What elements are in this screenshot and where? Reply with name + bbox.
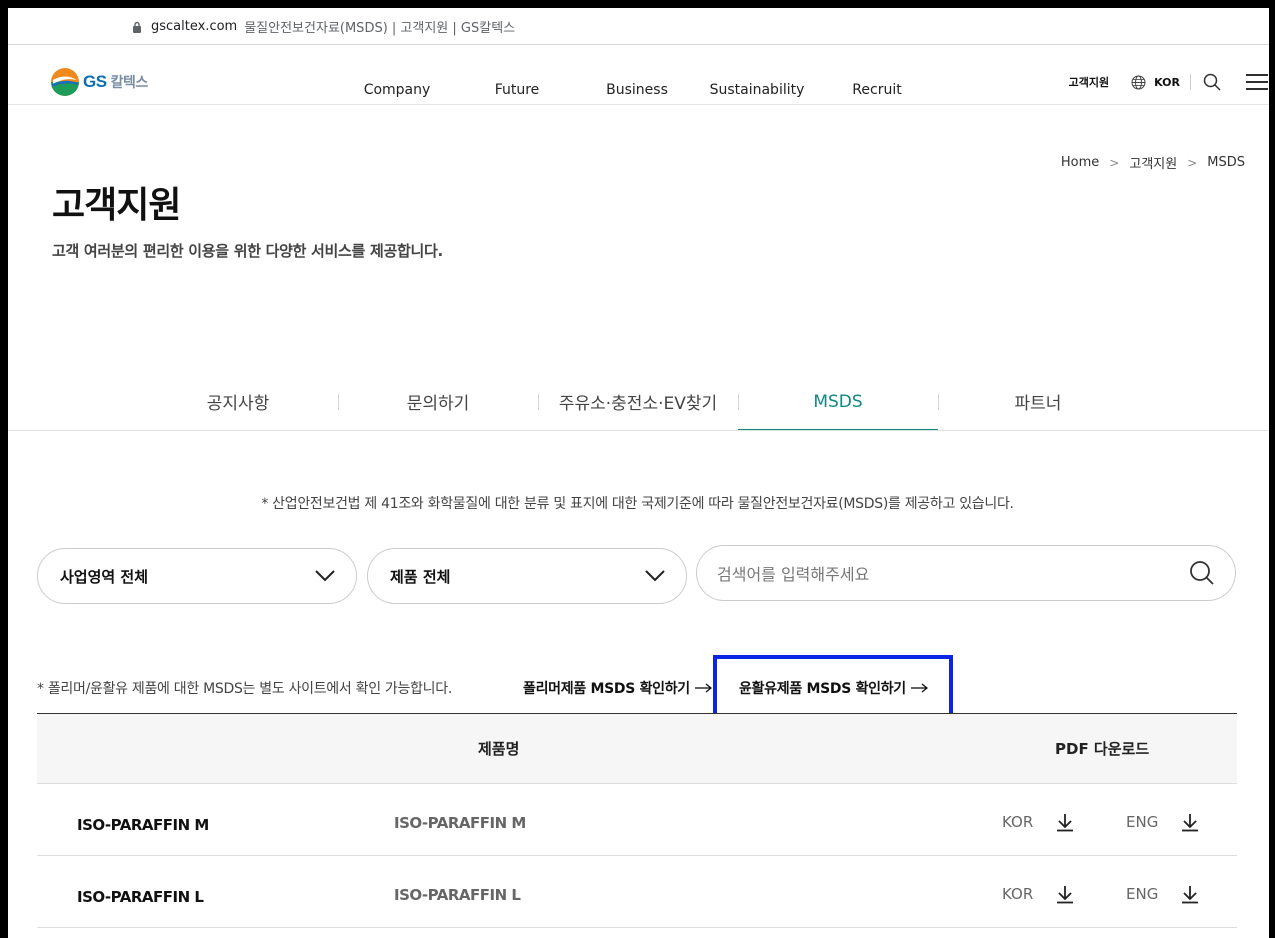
chevron-right-icon: >: [1187, 155, 1198, 170]
row-product: ISO-PARAFFIN L: [394, 886, 521, 904]
logo-mark-icon: [51, 68, 79, 96]
header-divider: [1190, 74, 1191, 90]
business-area-select[interactable]: 사업영역 전체: [37, 548, 357, 604]
polymer-msds-link[interactable]: 폴리머제품 MSDS 확인하기: [523, 678, 712, 698]
page-title: 고객지원: [52, 185, 181, 226]
search-icon[interactable]: [1189, 560, 1215, 586]
page-description: 고객 여러분의 편리한 이용을 위한 다양한 서비스를 제공합니다.: [52, 242, 443, 260]
site-header: GS 칼텍스 Company Future Business Sustainab…: [8, 45, 1269, 105]
table-row: ISO-PARAFFIN M ISO-PARAFFIN M KOR ENG: [37, 784, 1237, 856]
breadcrumb-section[interactable]: 고객지원: [1129, 153, 1177, 172]
tab-inquiry[interactable]: 문의하기: [338, 373, 538, 430]
tab-divider: [938, 394, 939, 410]
lock-icon: [133, 21, 141, 33]
chevron-down-icon: [315, 570, 335, 582]
download-kor-button[interactable]: KOR: [1002, 884, 1075, 904]
product-select[interactable]: 제품 전체: [367, 548, 687, 604]
highlight-box: [713, 655, 953, 717]
download-icon: [1057, 886, 1074, 904]
tab-msds[interactable]: MSDS: [738, 373, 938, 431]
download-kor-label: KOR: [1002, 813, 1034, 831]
logo-text: GS: [83, 72, 107, 91]
download-kor-label: KOR: [1002, 885, 1034, 903]
chevron-right-icon: >: [1109, 155, 1120, 170]
address-bar[interactable]: gscaltex.com 물질안전보건자료(MSDS) | 고객지원 | GS칼…: [8, 8, 1269, 45]
menu-icon[interactable]: [1245, 73, 1269, 91]
msds-search-box: [696, 545, 1236, 601]
language-label: KOR: [1154, 75, 1180, 89]
tab-label: 주유소·충전소·EV찾기: [558, 394, 718, 414]
nav-future[interactable]: Future: [457, 82, 577, 98]
tab-station-finder[interactable]: 주유소·충전소·EV찾기: [538, 373, 738, 430]
tab-divider: [338, 394, 339, 410]
nav-recruit[interactable]: Recruit: [817, 82, 937, 98]
tab-label: 문의하기: [406, 394, 470, 414]
polymer-link-label: 폴리머제품 MSDS 확인하기: [523, 681, 690, 697]
business-area-value: 사업영역 전체: [60, 567, 149, 586]
download-eng-label: ENG: [1126, 813, 1159, 831]
arrow-right-icon: [694, 683, 712, 693]
table-header: 제품명 PDF 다운로드: [37, 714, 1237, 784]
download-kor-button[interactable]: KOR: [1002, 812, 1075, 832]
breadcrumb-current: MSDS: [1207, 155, 1245, 170]
product-value: 제품 전체: [390, 567, 451, 586]
download-icon: [1182, 814, 1199, 832]
nav-business[interactable]: Business: [577, 82, 697, 98]
search-icon[interactable]: [1203, 73, 1221, 91]
header-pdf-download: PDF 다운로드: [1055, 740, 1150, 758]
download-eng-button[interactable]: ENG: [1126, 884, 1200, 904]
breadcrumb: Home > 고객지원 > MSDS: [1061, 153, 1245, 172]
tab-bar: 공지사항 문의하기 주유소·충전소·EV찾기 MSDS 파트너: [138, 373, 1138, 431]
search-input[interactable]: [717, 560, 1157, 588]
browser-frame: gscaltex.com 물질안전보건자료(MSDS) | 고객지원 | GS칼…: [8, 8, 1269, 938]
download-eng-button[interactable]: ENG: [1126, 812, 1200, 832]
row-product: ISO-PARAFFIN M: [394, 814, 526, 832]
download-icon: [1182, 886, 1199, 904]
row-name: ISO-PARAFFIN M: [77, 816, 209, 834]
tab-notices[interactable]: 공지사항: [138, 373, 338, 430]
header-product-name: 제품명: [478, 740, 520, 758]
breadcrumb-home[interactable]: Home: [1061, 155, 1099, 170]
chevron-down-icon: [645, 570, 665, 582]
address-domain: gscaltex.com: [151, 18, 238, 34]
download-icon: [1057, 814, 1074, 832]
nav-company[interactable]: Company: [337, 82, 457, 98]
tab-divider: [538, 394, 539, 410]
row-name: ISO-PARAFFIN L: [77, 888, 204, 906]
external-site-note: * 폴리머/윤활유 제품에 대한 MSDS는 별도 사이트에서 확인 가능합니다…: [37, 681, 452, 697]
header-utility: 고객지원 KOR: [1069, 67, 1269, 97]
download-eng-label: ENG: [1126, 885, 1159, 903]
address-page-title: 물질안전보건자료(MSDS) | 고객지원 | GS칼텍스: [244, 20, 516, 36]
tab-divider: [738, 394, 739, 410]
logo-subtext: 칼텍스: [110, 75, 149, 91]
nav-sustainability[interactable]: Sustainability: [697, 82, 817, 98]
globe-icon: [1131, 75, 1146, 89]
table-row: ISO-PARAFFIN L ISO-PARAFFIN L KOR ENG: [37, 856, 1237, 928]
customer-support-link[interactable]: 고객지원: [1069, 74, 1109, 90]
tab-partner[interactable]: 파트너: [938, 373, 1138, 430]
tab-label: MSDS: [813, 391, 863, 412]
tabs-underline: [8, 430, 1269, 431]
tab-label: 공지사항: [206, 394, 270, 414]
gs-caltex-logo[interactable]: GS 칼텍스: [50, 67, 148, 97]
language-selector[interactable]: KOR: [1131, 75, 1180, 90]
msds-notice: * 산업안전보건법 제 41조와 화학물질에 대한 분류 및 표지에 대한 국제…: [261, 496, 1014, 512]
tab-label: 파트너: [1014, 394, 1062, 414]
